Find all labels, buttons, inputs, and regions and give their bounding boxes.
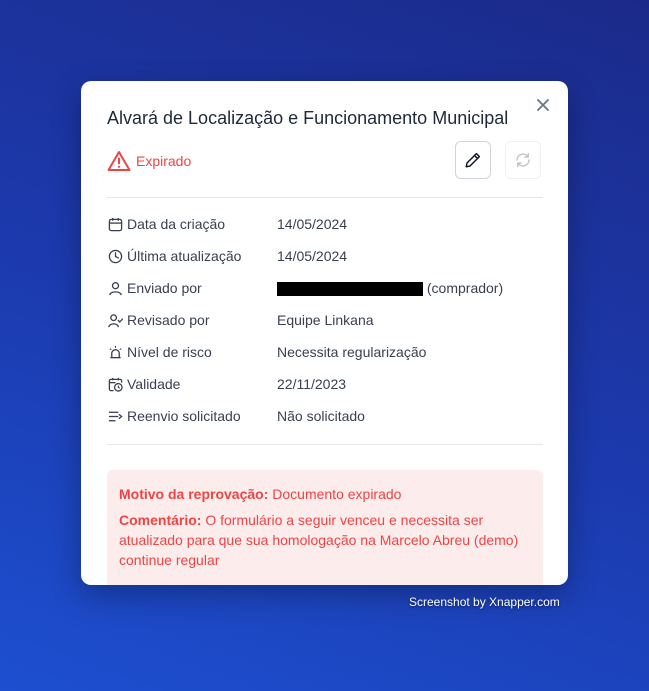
calendar-icon bbox=[107, 216, 123, 232]
status-badge: Expirado bbox=[107, 150, 191, 172]
rejection-comment-label: Comentário: bbox=[119, 512, 202, 528]
close-icon bbox=[537, 99, 549, 111]
detail-row-updated: Última atualização 14/05/2024 bbox=[107, 246, 543, 266]
list-arrow-icon bbox=[107, 408, 123, 424]
detail-row-reviewed-by: Revisado por Equipe Linkana bbox=[107, 310, 543, 330]
detail-label: Data da criação bbox=[127, 216, 226, 232]
clock-icon bbox=[107, 248, 123, 264]
detail-value: 14/05/2024 bbox=[277, 248, 348, 264]
detail-row-risk: Nível de risco Necessita regularização bbox=[107, 342, 543, 362]
rejection-reason-label: Motivo da reprovação: bbox=[119, 486, 269, 502]
detail-label: Última atualização bbox=[127, 248, 242, 264]
sender-role: (comprador) bbox=[426, 279, 504, 296]
divider bbox=[107, 444, 543, 445]
rejection-reason-value: Documento expirado bbox=[272, 486, 402, 502]
rejection-alert: Motivo da reprovação: Documento expirado… bbox=[107, 470, 543, 585]
detail-row-validity: Validade 22/11/2023 bbox=[107, 374, 543, 394]
detail-value-sent-by: (comprador) bbox=[277, 279, 504, 297]
pencil-icon bbox=[465, 152, 481, 168]
warning-triangle-icon bbox=[107, 151, 131, 171]
detail-value: 22/11/2023 bbox=[277, 376, 347, 392]
user-check-icon bbox=[107, 312, 123, 328]
refresh-icon bbox=[516, 152, 530, 168]
refresh-button[interactable] bbox=[505, 141, 541, 179]
siren-icon bbox=[107, 344, 123, 360]
detail-label: Validade bbox=[127, 376, 181, 392]
rejection-comment: Comentário: O formulário a seguir venceu… bbox=[119, 510, 531, 570]
redacted-name bbox=[277, 282, 423, 297]
detail-value: Não solicitado bbox=[277, 408, 365, 424]
watermark: Screenshot by Xnapper.com bbox=[409, 595, 560, 609]
detail-value: 14/05/2024 bbox=[277, 216, 348, 232]
detail-row-sent-by: Enviado por (comprador) bbox=[107, 278, 543, 298]
rejection-reason: Motivo da reprovação: Documento expirado bbox=[119, 484, 531, 504]
modal-title: Alvará de Localização e Funcionamento Mu… bbox=[107, 108, 509, 128]
detail-value: Necessita regularização bbox=[277, 344, 427, 360]
close-button[interactable] bbox=[533, 95, 553, 115]
calendar-clock-icon bbox=[107, 376, 123, 392]
detail-row-resend: Reenvio solicitado Não solicitado bbox=[107, 406, 543, 426]
detail-label: Nível de risco bbox=[127, 344, 212, 360]
status-label: Expirado bbox=[136, 153, 192, 169]
detail-row-created: Data da criação 14/05/2024 bbox=[107, 214, 543, 234]
detail-label: Revisado por bbox=[127, 312, 210, 328]
divider bbox=[107, 197, 543, 198]
detail-value: Equipe Linkana bbox=[277, 312, 374, 328]
detail-label: Enviado por bbox=[127, 280, 202, 296]
user-icon bbox=[107, 280, 123, 296]
detail-label: Reenvio solicitado bbox=[127, 408, 241, 424]
document-modal: Alvará de Localização e Funcionamento Mu… bbox=[81, 81, 568, 585]
edit-button[interactable] bbox=[455, 141, 491, 179]
